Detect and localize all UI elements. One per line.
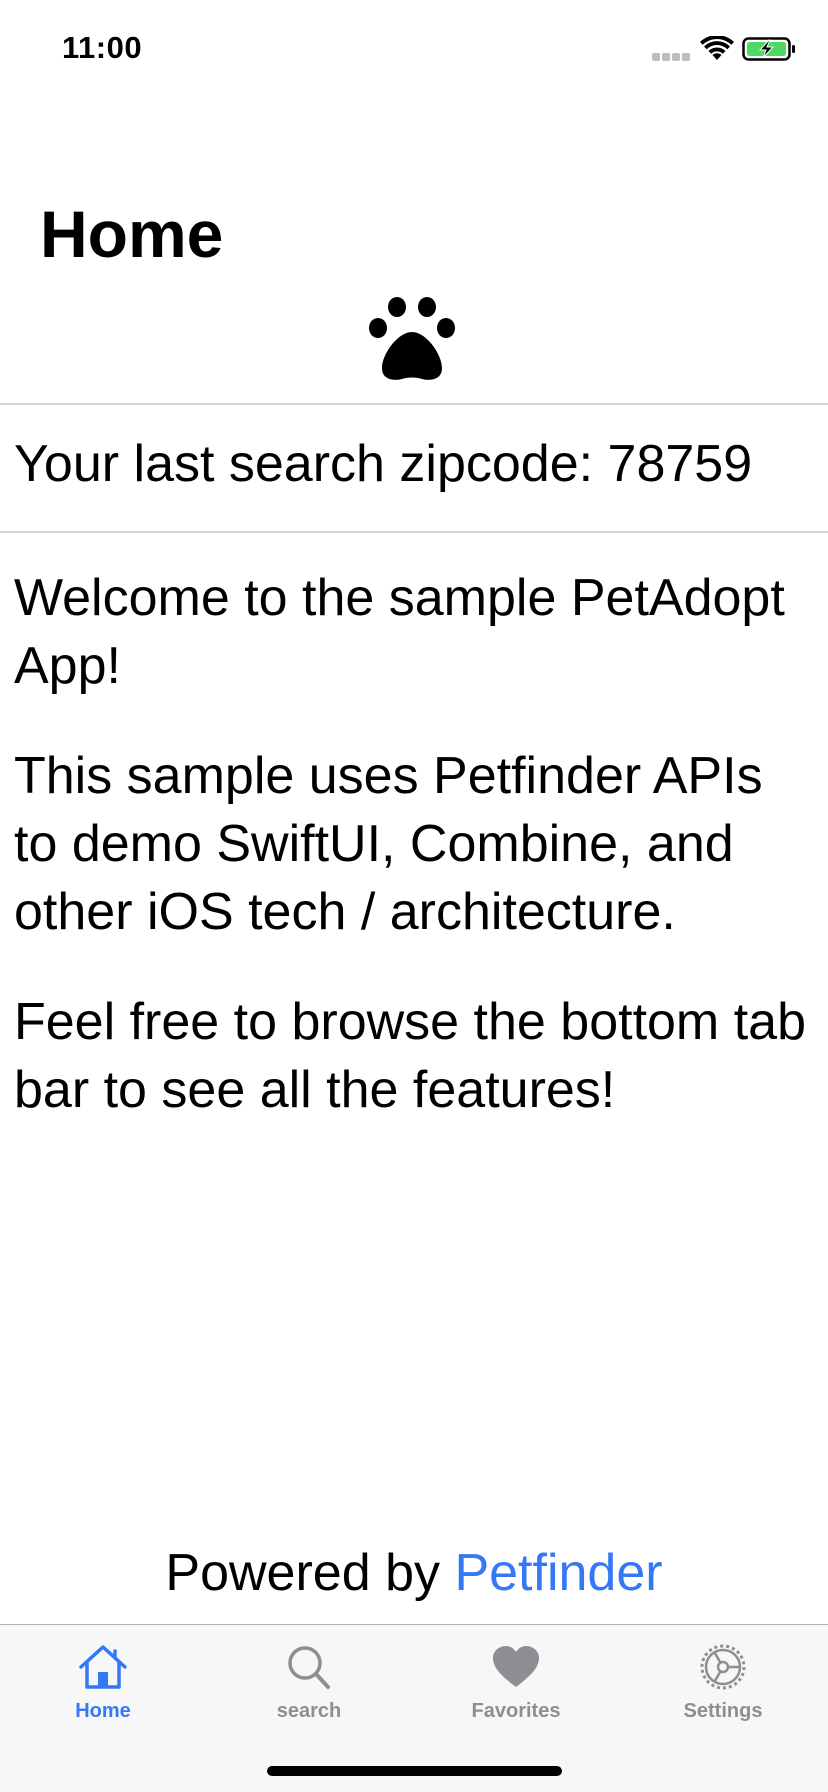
wifi-icon bbox=[700, 36, 734, 60]
description-paragraph: This sample uses Petfinder APIs to demo … bbox=[14, 747, 763, 941]
welcome-text: Welcome to the sample PetAdopt App! This… bbox=[14, 564, 814, 1166]
tab-search[interactable]: search bbox=[234, 1643, 384, 1733]
house-icon bbox=[79, 1645, 127, 1689]
powered-by: Powered by Petfinder bbox=[0, 1538, 828, 1608]
page-title: Home bbox=[40, 197, 224, 271]
status-bar: 11:00 bbox=[0, 0, 828, 100]
last-zipcode-text: Your last search zipcode: 78759 bbox=[14, 435, 753, 493]
powered-by-label: Powered by bbox=[165, 1544, 440, 1602]
tab-settings-label: Settings bbox=[683, 1700, 763, 1722]
petfinder-link[interactable]: Petfinder bbox=[454, 1544, 662, 1602]
tab-home[interactable]: Home bbox=[28, 1643, 178, 1733]
home-screen: 11:00 Home Your last search zipcode: 787… bbox=[0, 0, 828, 1792]
browse-hint-paragraph: Feel free to browse the bottom tab bar t… bbox=[14, 993, 806, 1119]
tab-favorites[interactable]: Favorites bbox=[441, 1643, 591, 1733]
battery-charging-icon bbox=[742, 37, 795, 61]
paw-icon bbox=[369, 297, 455, 380]
divider-bottom bbox=[0, 531, 828, 533]
tab-settings[interactable]: Settings bbox=[648, 1643, 798, 1733]
magnifying-glass-icon bbox=[288, 1646, 330, 1689]
tab-home-label: Home bbox=[75, 1700, 131, 1722]
home-indicator[interactable] bbox=[267, 1766, 562, 1776]
welcome-paragraph: Welcome to the sample PetAdopt App! bbox=[14, 569, 785, 695]
status-time: 11:00 bbox=[62, 30, 143, 65]
tab-search-label: search bbox=[276, 1700, 342, 1722]
divider-top bbox=[0, 403, 828, 405]
tab-favorites-label: Favorites bbox=[471, 1700, 561, 1722]
signal-dots-icon bbox=[652, 53, 692, 61]
gear-icon bbox=[700, 1644, 746, 1690]
heart-icon bbox=[493, 1646, 539, 1687]
